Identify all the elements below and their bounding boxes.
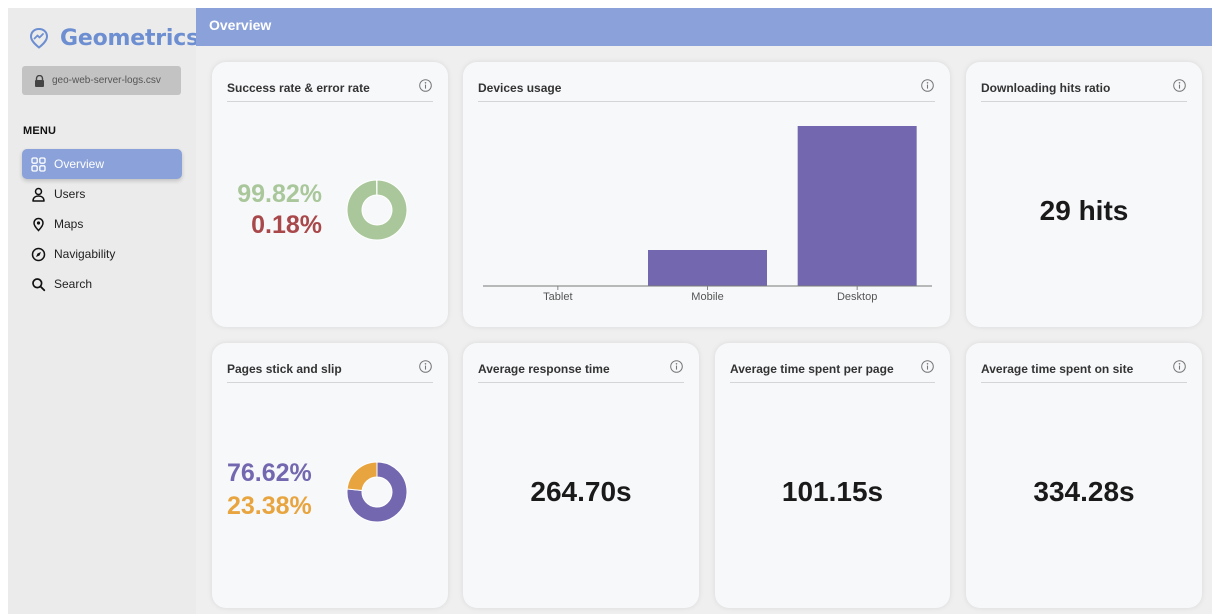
sidebar-nav: Overview Users Maps Navigability Search: [22, 149, 182, 299]
x-tick-label: Tablet: [543, 291, 572, 303]
file-name: geo-web-server-logs.csv: [52, 75, 161, 86]
card-title: Average time spent on site: [981, 362, 1134, 376]
lock-icon: [34, 74, 45, 87]
card-header: Pages stick and slip: [227, 360, 433, 383]
card-avg-time-per-page: Average time spent per page 101.15s: [715, 343, 950, 608]
x-tick-label: Desktop: [837, 291, 877, 303]
info-icon[interactable]: [1173, 79, 1186, 92]
compass-icon: [31, 247, 46, 262]
logo-pin-icon: [28, 27, 50, 49]
card-header: Downloading hits ratio: [981, 79, 1187, 102]
card-header: Average time spent on site: [981, 360, 1187, 383]
info-icon[interactable]: [419, 360, 432, 373]
sidebar-item-users[interactable]: Users: [22, 179, 182, 209]
sidebar-item-label: Search: [54, 277, 93, 291]
card-title: Downloading hits ratio: [981, 81, 1111, 95]
card-title: Pages stick and slip: [227, 362, 342, 376]
avg-time-per-page-value: 101.15s: [781, 476, 884, 507]
devices-bar-chart: Tablet Mobile Desktop: [483, 126, 932, 303]
card-avg-time-on-site: Average time spent on site 334.28s: [966, 343, 1202, 608]
card-title: Success rate & error rate: [227, 81, 370, 95]
bar-desktop: [797, 126, 917, 286]
info-icon[interactable]: [1173, 360, 1186, 373]
card-header: Average response time: [478, 360, 684, 383]
avg-response-time-value: 264.70s: [530, 476, 632, 507]
slip-rate-value: 23.38%: [227, 492, 312, 520]
sidebar-item-navigability[interactable]: Navigability: [22, 239, 182, 269]
brand-title: Geometrics: [60, 25, 199, 51]
sidebar-item-overview[interactable]: Overview: [22, 149, 182, 179]
card-header: Average time spent per page: [730, 360, 935, 383]
stick-rate-value: 76.62%: [227, 459, 312, 487]
card-avg-response-time: Average response time 264.70s: [463, 343, 699, 608]
card-downloading-hits: Downloading hits ratio 29 hits: [966, 62, 1202, 327]
card-title: Average response time: [478, 362, 610, 376]
app-window: Geometrics geo-web-server-logs.csv MENU: [0, 0, 1212, 614]
search-icon: [31, 277, 46, 292]
sidebar-item-label: Maps: [54, 217, 84, 231]
card-header: Success rate & error rate: [227, 79, 433, 102]
info-icon[interactable]: [921, 360, 934, 373]
sidebar-item-label: Users: [54, 187, 86, 201]
avg-time-on-site-value: 334.28s: [1033, 476, 1135, 507]
info-icon[interactable]: [419, 79, 432, 92]
header-bar: Overview: [196, 8, 1212, 46]
info-icon[interactable]: [670, 360, 683, 373]
user-icon: [31, 187, 46, 202]
success-error-donut: [346, 179, 408, 241]
grid-icon: [31, 156, 46, 172]
slice-slip: [346, 461, 378, 492]
sidebar-item-maps[interactable]: Maps: [22, 209, 182, 239]
x-tick-label: Mobile: [691, 291, 723, 303]
page-title: Overview: [209, 17, 272, 33]
success-rate-value: 99.82%: [237, 180, 322, 208]
sidebar-item-label: Navigability: [54, 247, 116, 261]
sidebar: Geometrics geo-web-server-logs.csv MENU: [8, 8, 199, 614]
sidebar-item-label: Overview: [54, 157, 105, 171]
sidebar-item-search[interactable]: Search: [22, 269, 182, 299]
card-success-rate: Success rate & error rate 99.82% 0.18%: [212, 62, 448, 327]
error-rate-value: 0.18%: [251, 211, 322, 239]
brand[interactable]: Geometrics: [28, 24, 199, 52]
stick-slip-donut: [346, 461, 408, 523]
card-devices-usage: Devices usage Tablet Mobile Desktop: [463, 62, 950, 327]
downloading-hits-value: 29 hits: [1039, 195, 1129, 226]
card-pages-stick-slip: Pages stick and slip 76.62% 23.38%: [212, 343, 448, 608]
bar-mobile: [648, 250, 767, 286]
menu-heading: MENU: [23, 125, 57, 137]
card-title: Average time spent per page: [730, 362, 894, 376]
map-pin-icon: [31, 217, 46, 232]
file-chip[interactable]: geo-web-server-logs.csv: [22, 66, 181, 95]
